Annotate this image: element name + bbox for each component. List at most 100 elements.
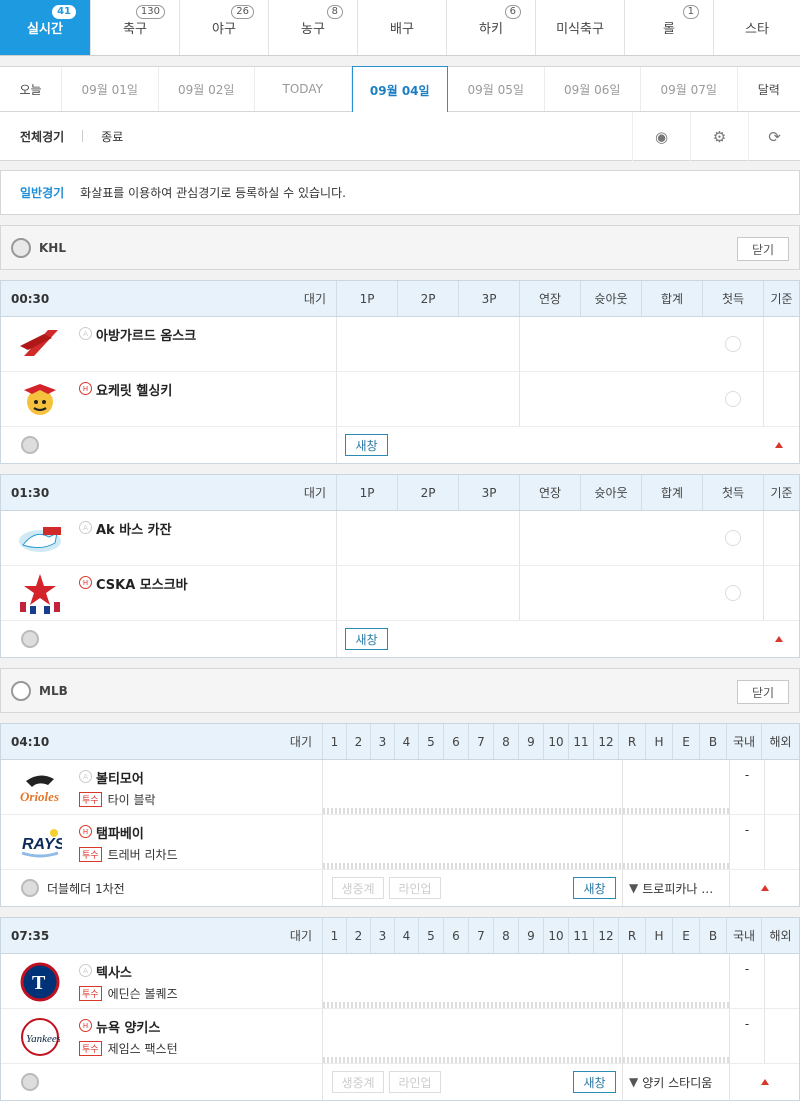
live-stream-button[interactable]: 생중계	[332, 877, 384, 899]
game-card: 07:35 대기 1 2 3 4 5 6 7 8 9 10 11 12 R H E B 국내 해외 T A 텍사스 투수 에딘슨…	[0, 917, 800, 1101]
new-window-button[interactable]: 새창	[573, 1071, 616, 1093]
first-score-icon	[725, 530, 741, 546]
away-indicator: A	[79, 327, 92, 340]
col-header: 해외	[761, 724, 799, 759]
team-name[interactable]: 뉴욕 양키스	[96, 1017, 178, 1036]
col-header: R	[618, 918, 645, 953]
game-status: 대기	[289, 735, 312, 749]
col-header: 9	[518, 918, 543, 953]
away-indicator: A	[79, 964, 92, 977]
filter-all[interactable]: 전체경기	[0, 128, 64, 145]
domestic-odds: -	[729, 760, 764, 814]
new-window-button[interactable]: 새창	[345, 434, 388, 456]
tab-label: 롤	[663, 22, 675, 37]
col-header: E	[672, 918, 699, 953]
team-name[interactable]: CSKA 모스크바	[96, 574, 188, 593]
lineup-button[interactable]: 라인업	[389, 1071, 441, 1093]
col-header: B	[699, 724, 726, 759]
col-header: B	[699, 918, 726, 953]
new-window-button[interactable]: 새창	[573, 877, 616, 899]
tab-football[interactable]: 미식축구	[536, 0, 625, 55]
team-row-away: A Ak 바스 카잔	[1, 511, 799, 566]
team-name[interactable]: 아방가르드 옴스크	[96, 325, 196, 344]
col-header: 11	[568, 918, 593, 953]
tab-soccer[interactable]: 축구 130	[91, 0, 180, 55]
date-item[interactable]: 09월 02일	[159, 67, 255, 111]
close-button[interactable]: 닫기	[737, 237, 789, 261]
col-header: 슛아웃	[580, 475, 641, 510]
new-window-button[interactable]: 새창	[345, 628, 388, 650]
first-score-icon	[725, 585, 741, 601]
col-header: 11	[568, 724, 593, 759]
date-item-selected[interactable]: 09월 04일	[351, 66, 448, 114]
filter-bar: 전체경기 종료 ◉ ⚙ ⟳	[0, 112, 800, 161]
tab-label: 미식축구	[556, 22, 604, 37]
col-header: 연장	[519, 281, 580, 316]
tab-volleyball[interactable]: 배구	[358, 0, 447, 55]
game-note: 더블헤더 1차전	[47, 881, 125, 896]
favorite-arrow-icon[interactable]	[760, 1079, 769, 1085]
team-logo	[17, 325, 63, 365]
col-header: 해외	[761, 918, 799, 953]
close-button[interactable]: 닫기	[737, 680, 789, 704]
team-name[interactable]: 볼티모어	[96, 768, 156, 787]
tab-basketball[interactable]: 농구 8	[269, 0, 358, 55]
tab-hockey[interactable]: 하키 6	[447, 0, 536, 55]
filter-ended[interactable]: 종료	[101, 128, 123, 145]
team-row-home: Yankees H 뉴욕 양키스 투수 제임스 팩스턴 -	[1, 1009, 799, 1064]
tab-lol[interactable]: 롤1	[625, 0, 714, 55]
col-header: H	[645, 724, 672, 759]
calendar-button[interactable]: 달력	[738, 67, 800, 111]
col-header: 2P	[397, 475, 458, 510]
eye-icon[interactable]: ◉	[632, 112, 690, 161]
col-header: 합계	[641, 281, 702, 316]
home-indicator: H	[79, 1019, 92, 1032]
date-item[interactable]: 09월 01일	[62, 67, 159, 111]
col-header: 10	[543, 724, 568, 759]
col-header: 국내	[726, 918, 761, 953]
col-header: 2P	[397, 281, 458, 316]
date-today-button[interactable]: 오늘	[0, 67, 62, 111]
col-header: 슛아웃	[580, 281, 641, 316]
col-header: 5	[418, 918, 443, 953]
col-header: H	[645, 918, 672, 953]
col-header: 1	[322, 918, 346, 953]
lineup-button[interactable]: 라인업	[389, 877, 441, 899]
team-name[interactable]: 텍사스	[96, 962, 178, 981]
favorite-arrow-icon[interactable]	[760, 885, 769, 891]
domestic-odds: -	[729, 954, 764, 1008]
svg-text:Yankees: Yankees	[26, 1033, 60, 1045]
game-status: 대기	[303, 292, 326, 306]
pitcher-tag: 투수	[79, 1041, 102, 1056]
count-badge: 8	[326, 5, 343, 19]
col-header: 7	[468, 918, 493, 953]
game-status: 대기	[289, 929, 312, 943]
team-name[interactable]: 탬파베이	[96, 823, 178, 842]
col-header: 8	[493, 918, 518, 953]
date-item[interactable]: 09월 06일	[545, 67, 641, 111]
date-item[interactable]: TODAY	[255, 67, 352, 111]
tab-label: 배구	[390, 22, 414, 37]
tab-label: 하키	[479, 22, 503, 37]
favorite-arrow-icon[interactable]	[775, 636, 783, 642]
date-item[interactable]: 09월 07일	[641, 67, 738, 111]
gear-icon[interactable]: ⚙	[690, 112, 748, 161]
team-name[interactable]: 요케릿 헬싱키	[96, 380, 172, 399]
col-header: 6	[443, 724, 468, 759]
team-name[interactable]: Ak 바스 카잔	[96, 519, 172, 538]
live-stream-button[interactable]: 생중계	[332, 1071, 384, 1093]
favorite-arrow-icon[interactable]	[775, 442, 783, 448]
tab-baseball[interactable]: 야구 26	[180, 0, 269, 55]
tab-label: 농구	[301, 22, 325, 37]
tab-live[interactable]: 실시간 41	[0, 0, 91, 55]
game-header: 01:30 대기 1P 2P 3P 연장 슛아웃 합계 첫득 기준	[1, 475, 799, 511]
team-row-away: T A 텍사스 투수 에딘슨 볼퀘즈 -	[1, 954, 799, 1009]
home-indicator: H	[79, 382, 92, 395]
tab-star[interactable]: 스타	[714, 0, 800, 55]
col-header: 8	[493, 724, 518, 759]
refresh-icon[interactable]: ⟳	[748, 112, 800, 161]
league-name: KHL	[39, 240, 66, 255]
baseball-icon	[11, 680, 31, 701]
date-item[interactable]: 09월 05일	[448, 67, 545, 111]
hockey-puck-icon	[11, 237, 31, 258]
